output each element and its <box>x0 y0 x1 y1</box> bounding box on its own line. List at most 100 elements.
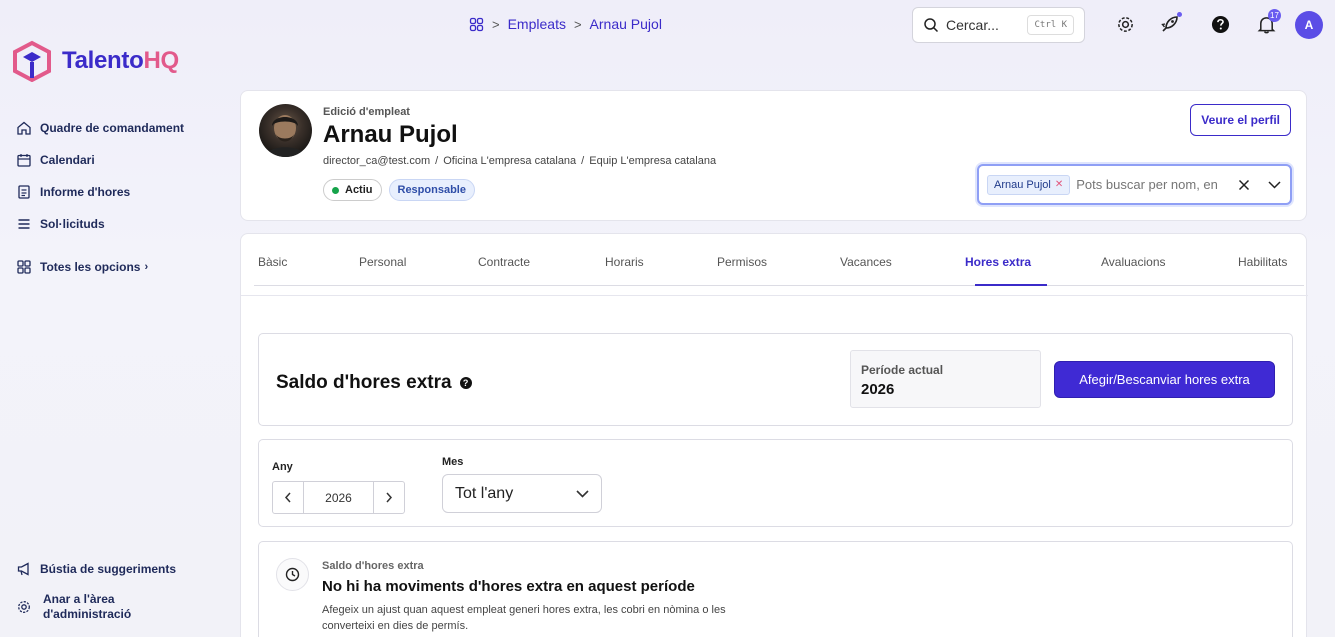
sidebar-item-feedback[interactable]: Bústia de suggeriments <box>16 553 176 585</box>
tab-evaluations[interactable]: Avaluacions <box>1101 255 1166 269</box>
user-avatar[interactable]: A <box>1295 11 1323 39</box>
report-icon <box>16 184 32 200</box>
employee-team: Equip L'empresa catalana <box>589 155 717 167</box>
tab-permissions[interactable]: Permisos <box>717 255 767 269</box>
clear-icon[interactable] <box>1238 179 1250 191</box>
employee-office: Oficina L'empresa catalana <box>443 155 577 167</box>
filters-panel: Any 2026 Mes Tot l'any <box>258 439 1293 527</box>
search-icon <box>923 17 939 33</box>
clock-icon <box>276 558 309 591</box>
search-shortcut: Ctrl K <box>1027 15 1074 35</box>
sidebar-item-dashboard[interactable]: Quadre de comandament <box>16 112 184 144</box>
sidebar-item-label: Bústia de suggeriments <box>40 562 177 576</box>
main-content-card: Bàsic Personal Contracte Horaris Permiso… <box>240 233 1308 637</box>
sidebar-item-admin[interactable]: Anar a l'àrea d'administració <box>16 585 176 629</box>
sidebar-item-label: Calendari <box>40 153 95 167</box>
employee-header-card: Edició d'empleat Arnau Pujol director_ca… <box>240 90 1307 221</box>
role-badge: Responsable <box>388 179 475 201</box>
tab-vacations[interactable]: Vacances <box>840 255 892 269</box>
sidebar-item-time-report[interactable]: Informe d'hores <box>16 176 184 208</box>
chevron-left-icon[interactable] <box>273 482 303 513</box>
empty-state-description: Afegeix un ajust quan aquest empleat gen… <box>322 604 726 632</box>
chevron-right-icon: > <box>492 16 500 32</box>
notifications-bell-icon[interactable]: 17 <box>1255 9 1281 35</box>
breadcrumb: > Empleats > Arnau Pujol <box>469 16 662 32</box>
rocket-icon[interactable] <box>1159 12 1182 35</box>
employee-email: director_ca@test.com <box>323 155 431 167</box>
breadcrumb-current: Arnau Pujol <box>589 16 662 32</box>
megaphone-icon <box>16 561 32 577</box>
admin-link-line2: d'administració <box>43 607 132 621</box>
chip-remove-icon[interactable]: ✕ <box>1055 179 1063 190</box>
year-label: Any <box>272 461 293 473</box>
page-subtitle: Edició d'empleat <box>323 106 410 118</box>
rocket-dot <box>1177 12 1182 17</box>
tab-personal[interactable]: Personal <box>359 255 406 269</box>
month-label: Mes <box>442 456 464 468</box>
chevron-down-icon <box>576 489 589 498</box>
sidebar: TalentoHQ Quadre de comandament Calendar… <box>0 0 240 637</box>
employee-photo <box>259 104 312 157</box>
chevron-right-icon: > <box>573 16 582 32</box>
period-label: Període actual <box>861 363 944 377</box>
empty-state-title: No hi ha moviments d'hores extra en aque… <box>322 578 695 595</box>
search-input[interactable]: Cercar... Ctrl K <box>912 7 1085 43</box>
sidebar-bottom: Bústia de suggeriments Anar a l'àrea d'ad… <box>16 553 176 629</box>
employee-meta: director_ca@test.com / Oficina L'empresa… <box>323 155 717 167</box>
tab-overtime[interactable]: Hores extra <box>965 255 1031 269</box>
add-redeem-overtime-button[interactable]: Afegir/Bescanviar hores extra <box>1054 361 1275 398</box>
view-profile-button[interactable]: Veure el perfil <box>1190 104 1291 136</box>
calendar-icon <box>16 152 32 168</box>
empty-state-subtitle: Saldo d'hores extra <box>322 560 424 572</box>
status-badge: Actiu <box>323 179 382 201</box>
employee-selector[interactable]: Arnau Pujol ✕ <box>977 164 1292 205</box>
admin-link-line1: Anar a l'àrea <box>43 592 115 606</box>
apps-grid-icon[interactable] <box>469 17 484 32</box>
year-stepper: 2026 <box>272 481 405 514</box>
chevron-down-icon[interactable] <box>1268 180 1281 189</box>
tab-contract[interactable]: Contracte <box>478 255 530 269</box>
sidebar-item-label: Sol·licituds <box>40 217 105 231</box>
sidebar-item-label: Quadre de comandament <box>40 121 185 135</box>
sidebar-item-label: Totes les opcions <box>40 260 141 274</box>
grid-icon <box>16 259 32 275</box>
logo-text-main: Talento <box>62 47 144 74</box>
notification-badge: 17 <box>1268 9 1281 22</box>
tab-skills[interactable]: Habilitats <box>1238 255 1287 269</box>
current-period-box: Període actual 2026 <box>850 350 1041 408</box>
chevron-right-icon: › <box>144 261 149 273</box>
sidebar-nav: Quadre de comandament Calendari Informe … <box>16 112 184 283</box>
chevron-right-icon[interactable] <box>374 482 404 513</box>
period-value: 2026 <box>861 381 895 398</box>
overtime-balance-heading: Saldo d'hores extra ? <box>276 372 472 394</box>
overtime-balance-panel: Saldo d'hores extra ? Període actual 202… <box>258 333 1293 426</box>
list-icon <box>16 216 32 232</box>
month-value: Tot l'any <box>455 484 514 502</box>
logo-icon <box>13 40 51 82</box>
employee-name: Arnau Pujol <box>323 121 458 148</box>
logo[interactable]: TalentoHQ <box>12 40 179 82</box>
year-value[interactable]: 2026 <box>303 482 374 513</box>
sidebar-item-label: Informe d'hores <box>40 185 131 199</box>
search-label: Cercar... <box>946 17 999 33</box>
employee-search-input[interactable] <box>1076 177 1225 192</box>
help-icon[interactable]: ? <box>459 377 472 389</box>
sidebar-item-requests[interactable]: Sol·licituds <box>16 208 184 240</box>
settings-gear-icon[interactable] <box>1114 13 1136 35</box>
tab-schedules[interactable]: Horaris <box>605 255 644 269</box>
gear-icon <box>16 599 32 615</box>
help-icon[interactable] <box>1209 13 1231 35</box>
sidebar-item-all-options[interactable]: Totes les opcions › <box>16 251 184 283</box>
selected-employee-chip: Arnau Pujol ✕ <box>987 174 1071 195</box>
month-select[interactable]: Tot l'any <box>442 474 602 513</box>
divider <box>241 295 1308 296</box>
top-bar: > Empleats > Arnau Pujol Cercar... Ctrl … <box>240 0 1335 50</box>
home-icon <box>16 120 32 136</box>
logo-text-accent: HQ <box>143 47 179 74</box>
breadcrumb-employees[interactable]: Empleats <box>508 16 566 32</box>
status-dot-icon <box>332 186 339 194</box>
sidebar-item-calendar[interactable]: Calendari <box>16 144 184 176</box>
employee-tags: Actiu Responsable <box>323 179 475 201</box>
tab-basic[interactable]: Bàsic <box>258 255 287 269</box>
tab-bar: Bàsic Personal Contracte Horaris Permiso… <box>254 234 1304 286</box>
